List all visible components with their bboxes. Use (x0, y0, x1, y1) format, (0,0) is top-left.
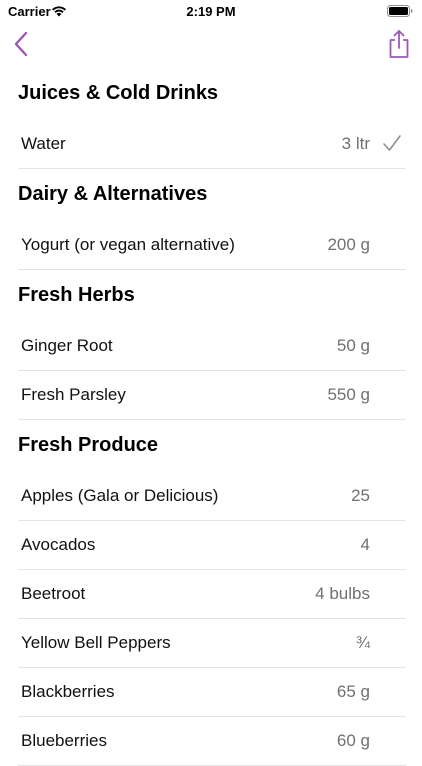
item-name: Apples (Gala or Delicious) (21, 486, 219, 505)
status-bar: Carrier 2:19 PM (0, 0, 422, 24)
list-item[interactable]: Blackberries 65 g (18, 668, 406, 717)
back-button[interactable] (6, 26, 36, 62)
item-quantity: 60 g (336, 731, 370, 750)
item-name: Blueberries (21, 731, 107, 750)
list-item[interactable]: Apples (Gala or Delicious) 25 (18, 472, 406, 521)
item-quantity: 65 g (336, 682, 370, 701)
list-item[interactable]: Water 3 ltr (18, 120, 406, 169)
item-name: Yogurt (or vegan alternative) (21, 235, 235, 254)
list-item[interactable]: Ginger Root 50 g (18, 322, 406, 371)
item-quantity: 4 bulbs (315, 584, 370, 603)
section-header: Dairy & Alternatives (18, 183, 208, 205)
navigation-bar (0, 24, 422, 68)
item-quantity: 200 g (327, 235, 370, 254)
section-header: Fresh Produce (18, 434, 159, 456)
list-item[interactable]: Fresh Parsley 550 g (18, 371, 406, 420)
list-item[interactable]: Beetroot 4 bulbs (18, 570, 406, 619)
item-name: Blackberries (21, 682, 115, 701)
item-name: Avocados (21, 535, 96, 554)
item-quantity: ¾ (355, 633, 370, 652)
section-header: Juices & Cold Drinks (18, 82, 219, 104)
item-quantity: 4 (360, 535, 370, 554)
item-name: Yellow Bell Peppers (21, 633, 171, 652)
list-item[interactable]: Yogurt (or vegan alternative) 200 g (18, 221, 406, 270)
item-name: Beetroot (21, 584, 86, 603)
checkmark-icon[interactable] (382, 134, 402, 152)
shopping-list: Juices & Cold Drinks Water 3 ltr Dairy &… (0, 68, 422, 766)
list-item[interactable]: Blueberries 60 g (18, 717, 406, 766)
item-name: Ginger Root (21, 336, 113, 355)
battery-icon (387, 5, 413, 17)
clock: 2:19 PM (186, 4, 236, 19)
list-item[interactable]: Yellow Bell Peppers ¾ (18, 619, 406, 668)
share-button[interactable] (384, 26, 414, 62)
chevron-left-icon (14, 31, 28, 57)
section-header: Fresh Herbs (18, 284, 135, 306)
list-item[interactable]: Avocados 4 (18, 521, 406, 570)
item-name: Water (21, 134, 66, 153)
item-quantity: 550 g (327, 385, 370, 404)
share-icon (389, 30, 409, 58)
item-name: Fresh Parsley (21, 385, 126, 404)
item-quantity: 3 ltr (341, 134, 370, 153)
item-quantity: 25 (351, 486, 370, 505)
item-quantity: 50 g (336, 336, 370, 355)
